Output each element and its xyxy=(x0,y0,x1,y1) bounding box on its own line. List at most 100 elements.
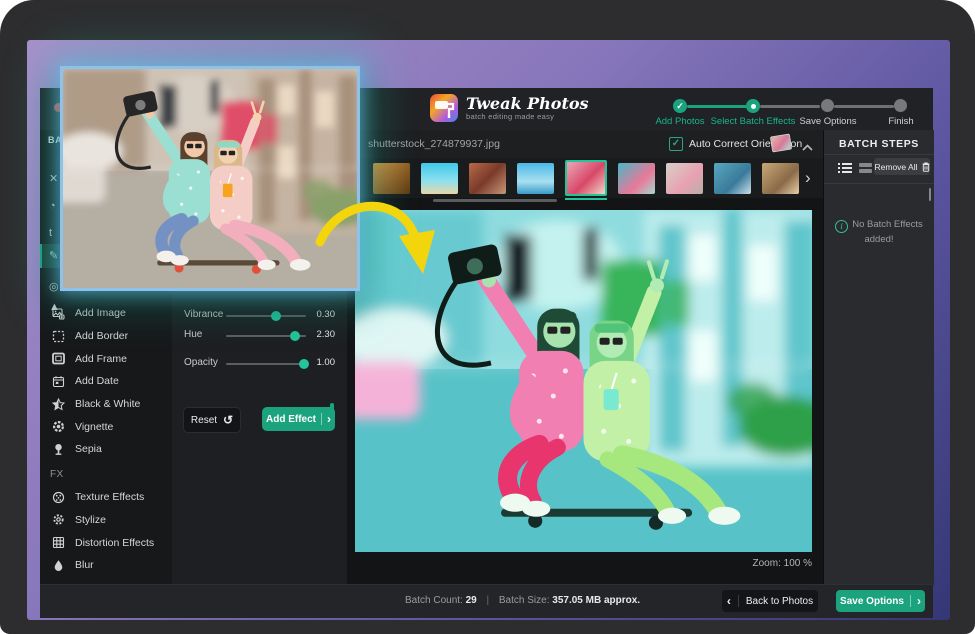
sidebar-item-distortion-effects[interactable]: Distortion Effects xyxy=(40,531,172,554)
wizard-steps: ✓ Add Photos Select Batch Effects Save O… xyxy=(640,93,933,127)
remove-all-button[interactable]: Remove All xyxy=(874,158,930,175)
distortion-grid-icon xyxy=(52,536,65,549)
save-options-label: Save Options xyxy=(840,596,904,607)
file-row: shutterstock_274879937.jpg ✓ Auto Correc… xyxy=(347,130,823,158)
sidebar-item-blur[interactable]: Blur xyxy=(40,554,172,577)
slider-row-vibrance: Vibrance 0.30 xyxy=(172,307,347,325)
sidebar-item-vignette[interactable]: Vignette xyxy=(40,415,172,438)
current-filename: shutterstock_274879937.jpg xyxy=(368,138,500,150)
sidebar-item-add-image[interactable]: Add Image xyxy=(40,302,172,325)
batch-size-label: Batch Size: xyxy=(499,595,550,606)
sidebar-item-label: Stylize xyxy=(75,514,106,526)
batch-size-value: 357.05 MB approx. xyxy=(552,595,640,606)
no-batch-effects-message: iNo Batch Effects added! xyxy=(824,218,934,246)
vignette-icon xyxy=(52,420,65,433)
filmstrip-thumbnail[interactable] xyxy=(421,163,458,194)
sidebar-item-label: Texture Effects xyxy=(75,491,144,503)
filmstrip-next-icon[interactable]: › xyxy=(805,168,811,188)
sidebar-item-add-frame[interactable]: Add Frame xyxy=(40,347,172,370)
paint-roller-logo-icon xyxy=(430,94,458,122)
blur-droplet-icon xyxy=(52,559,65,572)
step-idle-dot[interactable] xyxy=(821,99,834,112)
add-image-icon xyxy=(52,307,65,320)
add-effect-button[interactable]: Add Effect › xyxy=(262,407,335,431)
back-to-photos-label: Back to Photos xyxy=(746,596,813,607)
step-connector xyxy=(760,105,820,108)
sidebar-item-label: Sepia xyxy=(75,443,102,455)
button-divider xyxy=(321,413,322,425)
save-options-button[interactable]: Save Options › xyxy=(836,590,925,612)
filmstrip-thumbnail[interactable] xyxy=(714,163,751,194)
sepia-tree-icon xyxy=(52,443,65,456)
orientation-preview-icon xyxy=(770,134,792,153)
info-icon: i xyxy=(835,220,848,233)
batch-steps-title: BATCH STEPS xyxy=(839,138,919,150)
step-connector xyxy=(834,105,894,108)
chevron-left-icon: ‹ xyxy=(727,595,731,607)
slider-label: Opacity xyxy=(184,357,218,368)
settings-scrollbar-thumb[interactable] xyxy=(330,403,334,419)
reset-icon: ↺ xyxy=(223,413,233,427)
button-divider xyxy=(910,595,911,607)
sidebar-item-add-border[interactable]: Add Border xyxy=(40,325,172,348)
batch-count-label: Batch Count: xyxy=(405,595,463,606)
add-border-icon xyxy=(52,330,65,343)
remove-all-label: Remove All xyxy=(875,162,918,172)
sidebar-item-add-date[interactable]: Add Date xyxy=(40,370,172,393)
slider-handle[interactable] xyxy=(271,311,281,321)
sidebar-item-label: Black & White xyxy=(75,398,140,410)
collapse-chevron-icon[interactable] xyxy=(802,138,813,156)
step-idle-dot[interactable] xyxy=(894,99,907,112)
filmstrip-thumbnail[interactable] xyxy=(373,163,410,194)
sidebar-item-texture-effects[interactable]: Texture Effects xyxy=(40,486,172,509)
half-star-icon xyxy=(52,398,65,411)
sidebar-item-stylize[interactable]: Stylize xyxy=(40,509,172,532)
divider xyxy=(824,183,934,184)
filmstrip-thumbnail-selected[interactable] xyxy=(565,160,607,196)
opacity-slider[interactable] xyxy=(226,363,306,365)
slider-handle[interactable] xyxy=(290,331,300,341)
list-view-icon[interactable] xyxy=(838,161,852,173)
panel-scrollbar-thumb[interactable] xyxy=(929,188,931,201)
sidebar-fx-section-label: FX xyxy=(40,464,172,486)
zoom-level: Zoom: 100 % xyxy=(753,558,812,569)
reset-button[interactable]: Reset ↺ xyxy=(183,407,241,433)
filmstrip-thumbnail[interactable] xyxy=(517,163,554,194)
filmstrip-scrollbar-thumb[interactable] xyxy=(433,199,557,202)
sidebar-item-label: Blur xyxy=(75,559,94,571)
filmstrip-thumbnail[interactable] xyxy=(618,163,655,194)
app-title: Tweak Photos xyxy=(466,95,589,112)
add-date-icon xyxy=(52,375,65,388)
grid-view-icon[interactable] xyxy=(859,161,873,173)
sidebar-item-sepia[interactable]: Sepia xyxy=(40,438,172,461)
sidebar-item-black-white[interactable]: Black & White xyxy=(40,393,172,416)
hue-slider[interactable] xyxy=(226,335,306,337)
filmstrip-thumbnail[interactable] xyxy=(469,163,506,194)
vibrance-slider[interactable] xyxy=(226,315,306,317)
slider-handle[interactable] xyxy=(299,359,309,369)
step-label-finish[interactable]: Finish xyxy=(846,116,956,127)
stylize-gear-icon xyxy=(52,513,65,526)
sidebar-item-label: Add Frame xyxy=(75,353,127,365)
sidebar-item-label: Add Date xyxy=(75,375,119,387)
filmstrip-thumbnail[interactable] xyxy=(762,163,799,194)
trash-icon xyxy=(922,162,930,172)
auto-correct-checkbox[interactable]: ✓ xyxy=(669,137,683,151)
step-active-dot[interactable] xyxy=(746,99,760,113)
divider xyxy=(824,154,934,155)
slider-value: 0.30 xyxy=(317,309,336,320)
back-to-photos-button[interactable]: ‹ Back to Photos xyxy=(722,590,818,612)
screenshot-stage: Tweak Photos batch editing made easy ✓ A… xyxy=(0,0,975,634)
slider-label: Hue xyxy=(184,329,202,340)
sidebar-item-label: Add Image xyxy=(75,307,126,319)
batch-summary: Batch Count: 29 | Batch Size: 357.05 MB … xyxy=(405,595,640,606)
app-tagline: batch editing made easy xyxy=(466,112,589,121)
app-logo: Tweak Photos batch editing made easy xyxy=(430,94,589,122)
slider-value: 1.00 xyxy=(317,357,336,368)
laptop-frame: Tweak Photos batch editing made easy ✓ A… xyxy=(0,0,975,634)
step-check-icon[interactable]: ✓ xyxy=(673,99,687,113)
filmstrip-thumbnail[interactable] xyxy=(666,163,703,194)
before-after-arrow xyxy=(300,190,448,298)
texture-effects-icon xyxy=(52,491,65,504)
chevron-right-icon: › xyxy=(917,595,921,607)
